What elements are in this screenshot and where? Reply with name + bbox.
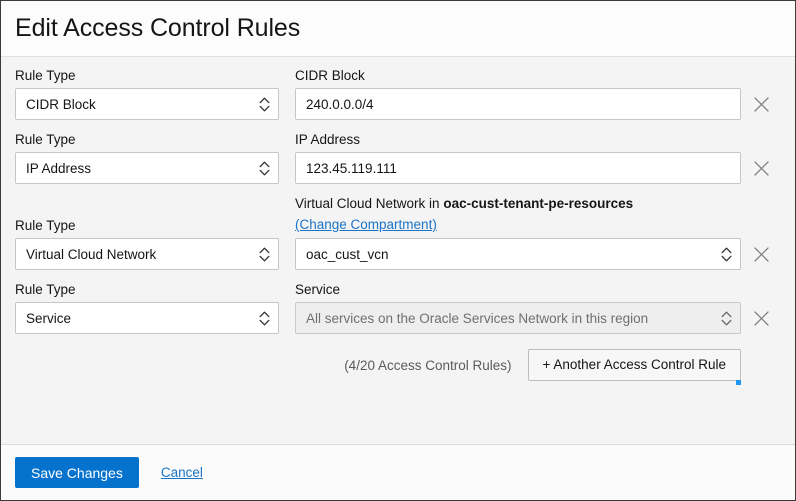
vcn-select-value: oac_cust_vcn bbox=[306, 247, 714, 262]
chevron-updown-icon bbox=[720, 309, 732, 327]
rule-type-group-2: Rule Type IP Address bbox=[15, 131, 279, 184]
table-row: Rule Type Service Service All services o… bbox=[15, 281, 781, 334]
delete-rule-button-1[interactable] bbox=[741, 88, 781, 120]
cidr-block-label: CIDR Block bbox=[295, 67, 741, 84]
add-rule-row: (4/20 Access Control Rules) + Another Ac… bbox=[15, 349, 781, 381]
rule-type-select-4[interactable]: Service bbox=[15, 302, 279, 334]
rule-type-select-value-3: Virtual Cloud Network bbox=[26, 247, 252, 262]
chevron-updown-icon bbox=[258, 95, 270, 113]
ip-address-input[interactable]: 123.45.119.111 bbox=[295, 152, 741, 184]
rule-count-text: (4/20 Access Control Rules) bbox=[344, 358, 511, 373]
edit-access-control-rules-dialog: Edit Access Control Rules Rule Type CIDR… bbox=[0, 0, 796, 501]
chevron-updown-icon bbox=[258, 245, 270, 263]
vcn-compartment-label: Virtual Cloud Network in oac-cust-tenant… bbox=[295, 195, 741, 212]
rule-type-group-4: Rule Type Service bbox=[15, 281, 279, 334]
close-icon[interactable] bbox=[752, 309, 771, 328]
vcn-select[interactable]: oac_cust_vcn bbox=[295, 238, 741, 270]
rule-type-select-value-2: IP Address bbox=[26, 161, 252, 176]
rules-list: Rule Type CIDR Block CIDR Block 240.0.0.… bbox=[1, 57, 795, 444]
cidr-block-input[interactable]: 240.0.0.0/4 bbox=[295, 88, 741, 120]
vcn-compartment-name: oac-cust-tenant-pe-resources bbox=[443, 196, 633, 211]
service-select-value: All services on the Oracle Services Netw… bbox=[306, 311, 714, 326]
delete-rule-button-4[interactable] bbox=[741, 302, 781, 334]
ip-address-label: IP Address bbox=[295, 131, 741, 148]
rule-type-group-1: Rule Type CIDR Block bbox=[15, 67, 279, 120]
rule-detail-group-2: IP Address 123.45.119.111 bbox=[295, 131, 741, 184]
ip-address-value: 123.45.119.111 bbox=[306, 161, 732, 176]
rule-type-select-1[interactable]: CIDR Block bbox=[15, 88, 279, 120]
cancel-button[interactable]: Cancel bbox=[161, 465, 203, 480]
cidr-block-value: 240.0.0.0/4 bbox=[306, 97, 732, 112]
chevron-updown-icon bbox=[258, 309, 270, 327]
table-row: Rule Type CIDR Block CIDR Block 240.0.0.… bbox=[15, 67, 781, 120]
dialog-footer: Save Changes Cancel bbox=[1, 444, 795, 500]
table-row: Rule Type IP Address IP Address 123.45.1… bbox=[15, 131, 781, 184]
rule-type-label-2: Rule Type bbox=[15, 131, 279, 148]
vcn-label-prefix: Virtual Cloud Network in bbox=[295, 196, 440, 211]
vcn-label-block: Virtual Cloud Network in oac-cust-tenant… bbox=[295, 195, 741, 234]
rule-type-group-3: Rule Type Virtual Cloud Network bbox=[15, 217, 279, 270]
resize-handle[interactable] bbox=[736, 380, 741, 385]
page-title: Edit Access Control Rules bbox=[15, 14, 300, 43]
add-access-control-rule-label: + Another Access Control Rule bbox=[543, 357, 726, 372]
table-row: Rule Type Virtual Cloud Network Virtual … bbox=[15, 195, 781, 270]
rule-type-label-3: Rule Type bbox=[15, 217, 279, 234]
add-access-control-rule-button[interactable]: + Another Access Control Rule bbox=[528, 349, 741, 381]
change-compartment-link[interactable]: (Change Compartment) bbox=[295, 216, 437, 233]
rule-type-label-4: Rule Type bbox=[15, 281, 279, 298]
rule-type-select-2[interactable]: IP Address bbox=[15, 152, 279, 184]
close-icon[interactable] bbox=[752, 245, 771, 264]
delete-rule-button-3[interactable] bbox=[741, 238, 781, 270]
dialog-header: Edit Access Control Rules bbox=[1, 1, 795, 57]
rule-detail-group-1: CIDR Block 240.0.0.0/4 bbox=[295, 67, 741, 120]
rule-detail-group-3: Virtual Cloud Network in oac-cust-tenant… bbox=[295, 195, 741, 270]
chevron-updown-icon bbox=[720, 245, 732, 263]
close-icon[interactable] bbox=[752, 159, 771, 178]
save-button[interactable]: Save Changes bbox=[15, 457, 139, 488]
close-icon[interactable] bbox=[752, 95, 771, 114]
rule-type-select-value-4: Service bbox=[26, 311, 252, 326]
rule-detail-group-4: Service All services on the Oracle Servi… bbox=[295, 281, 741, 334]
rule-type-label-1: Rule Type bbox=[15, 67, 279, 84]
delete-rule-button-2[interactable] bbox=[741, 152, 781, 184]
chevron-updown-icon bbox=[258, 159, 270, 177]
rule-type-select-3[interactable]: Virtual Cloud Network bbox=[15, 238, 279, 270]
service-label: Service bbox=[295, 281, 741, 298]
rule-type-select-value-1: CIDR Block bbox=[26, 97, 252, 112]
service-select[interactable]: All services on the Oracle Services Netw… bbox=[295, 302, 741, 334]
